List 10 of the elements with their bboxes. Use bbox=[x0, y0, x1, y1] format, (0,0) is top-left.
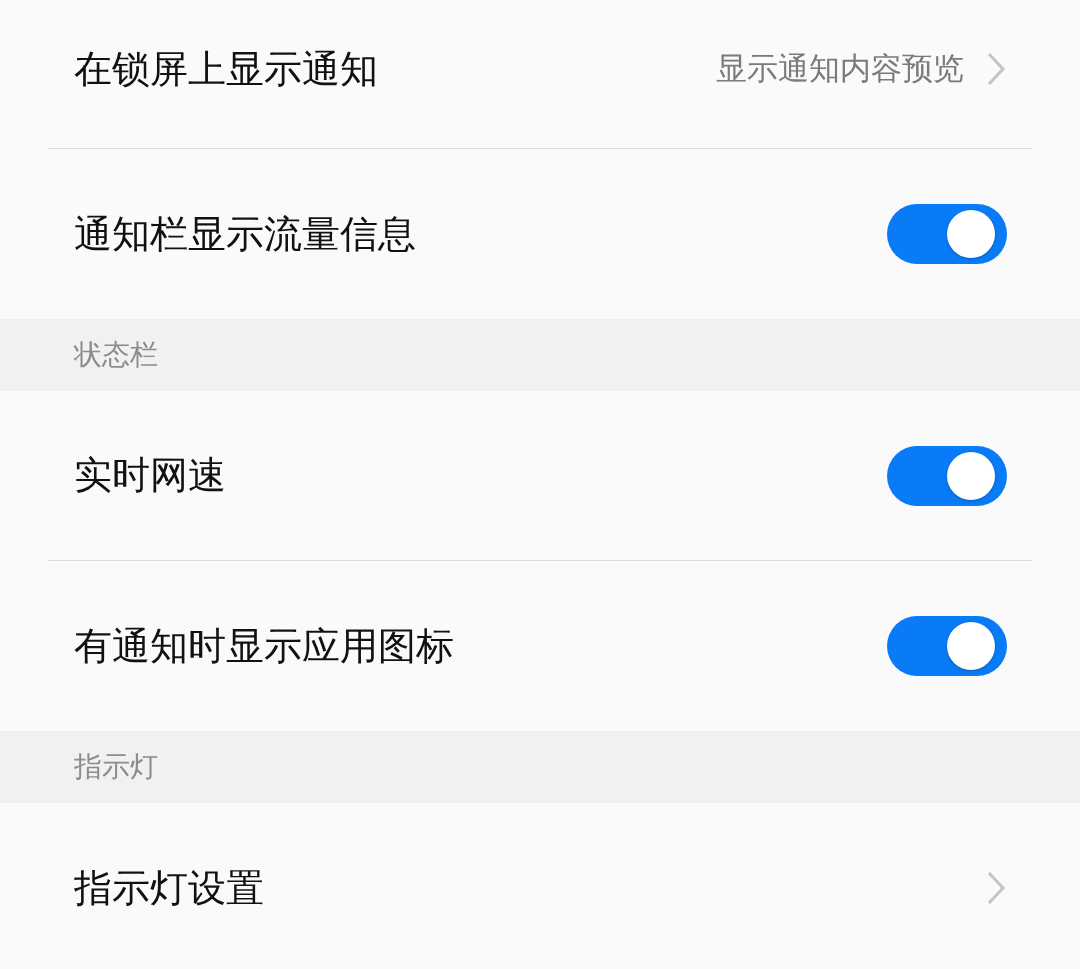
setting-label: 通知栏显示流量信息 bbox=[74, 210, 417, 258]
toggle-switch[interactable] bbox=[887, 616, 1007, 676]
setting-value[interactable]: 显示通知内容预览 bbox=[716, 48, 964, 90]
section-title: 状态栏 bbox=[74, 337, 158, 373]
setting-label: 在锁屏上显示通知 bbox=[74, 45, 379, 93]
setting-label: 指示灯设置 bbox=[74, 864, 265, 912]
toggle-switch[interactable] bbox=[887, 204, 1007, 264]
setting-label: 实时网速 bbox=[74, 452, 227, 499]
section-title: 指示灯 bbox=[74, 749, 158, 785]
setting-label: 有通知时显示应用图标 bbox=[74, 622, 455, 670]
